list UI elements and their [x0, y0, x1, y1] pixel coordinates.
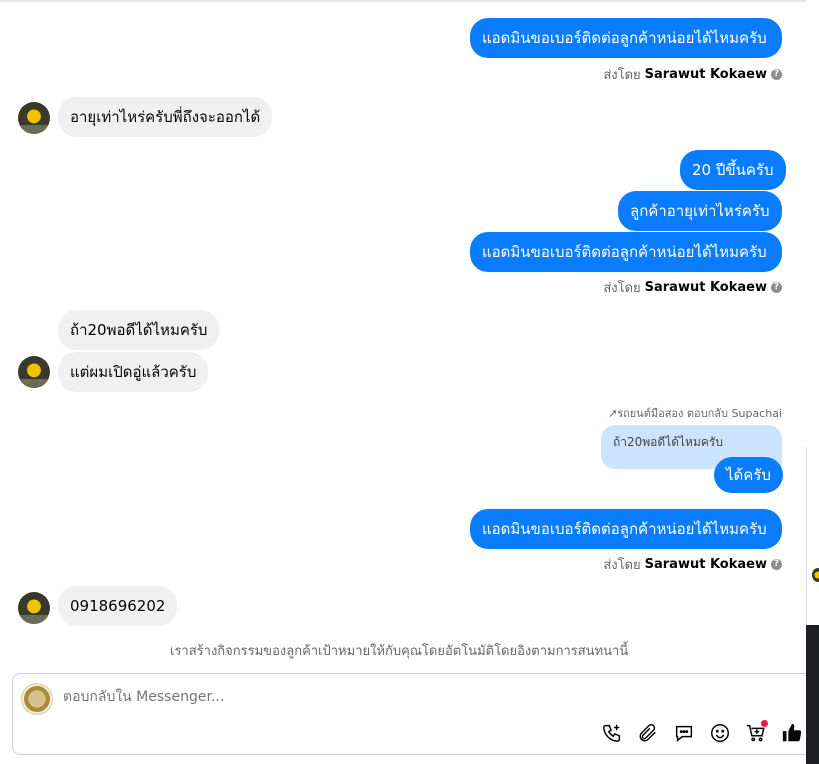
thumbs-up-icon[interactable]	[779, 720, 805, 746]
help-icon[interactable]: ?	[771, 282, 782, 293]
contact-avatar[interactable]	[18, 102, 50, 134]
sender-name: Sarawut Kokaew	[644, 280, 767, 295]
outgoing-message[interactable]: แอดมินขอเบอร์ติดต่อลูกค้าหน่อยได้ไหมครับ	[470, 18, 782, 58]
sender-name: Sarawut Kokaew	[644, 67, 767, 82]
notification-dot	[761, 720, 768, 727]
incoming-message[interactable]: แต่ผมเปิดอู่แล้วครับ	[58, 352, 209, 392]
sender-name: Sarawut Kokaew	[644, 557, 767, 572]
outgoing-message[interactable]: 20 ปีขึ้นครับ	[680, 150, 786, 190]
help-icon[interactable]: ?	[771, 559, 782, 570]
contact-avatar[interactable]	[18, 592, 50, 624]
incoming-message[interactable]: 0918696202	[58, 586, 178, 626]
sent-by-label: ส่งโดย Sarawut Kokaew ?	[603, 554, 782, 575]
paperclip-icon[interactable]	[635, 720, 661, 746]
outgoing-message[interactable]: ลูกค้าอายุเท่าไหร่ครับ	[618, 191, 782, 231]
cart-plus-icon[interactable]	[743, 720, 769, 746]
message-composer	[12, 673, 812, 755]
system-note: เราสร้างกิจกรรมของลูกค้าเป้าหมายให้กับคุ…	[170, 644, 629, 659]
help-icon[interactable]: ?	[771, 69, 782, 80]
chat-bubble-icon[interactable]	[671, 720, 697, 746]
incoming-message[interactable]: อายุเท่าไหร่ครับพี่ถึงจะออกได้	[58, 97, 273, 137]
incoming-message[interactable]: ถ้า20พอดีได้ไหมครับ	[58, 310, 220, 350]
sent-by-prefix: ส่งโดย	[603, 68, 641, 83]
page-avatar	[21, 683, 53, 715]
phone-plus-icon[interactable]	[599, 720, 625, 746]
sent-by-prefix: ส่งโดย	[603, 281, 641, 296]
reply-note: ↗รถยนต์มือสอง ตอบกลับ Supachai	[607, 407, 782, 420]
outgoing-message[interactable]: ได้ครับ	[714, 457, 783, 493]
reply-input[interactable]	[61, 688, 585, 706]
outgoing-message[interactable]: แอดมินขอเบอร์ติดต่อลูกค้าหน่อยได้ไหมครับ	[470, 232, 782, 272]
sent-by-label: ส่งโดย Sarawut Kokaew ?	[603, 64, 782, 85]
contact-avatar[interactable]	[18, 356, 50, 388]
top-divider	[0, 0, 806, 2]
side-panel-avatar[interactable]	[812, 568, 819, 582]
sent-by-prefix: ส่งโดย	[603, 558, 641, 573]
reply-arrow-icon: ↗	[607, 407, 618, 420]
emoji-icon[interactable]	[707, 720, 733, 746]
outgoing-message[interactable]: แอดมินขอเบอร์ติดต่อลูกค้าหน่อยได้ไหมครับ	[470, 509, 782, 549]
sent-by-label: ส่งโดย Sarawut Kokaew ?	[603, 277, 782, 298]
side-panel-dark-area	[806, 625, 819, 764]
